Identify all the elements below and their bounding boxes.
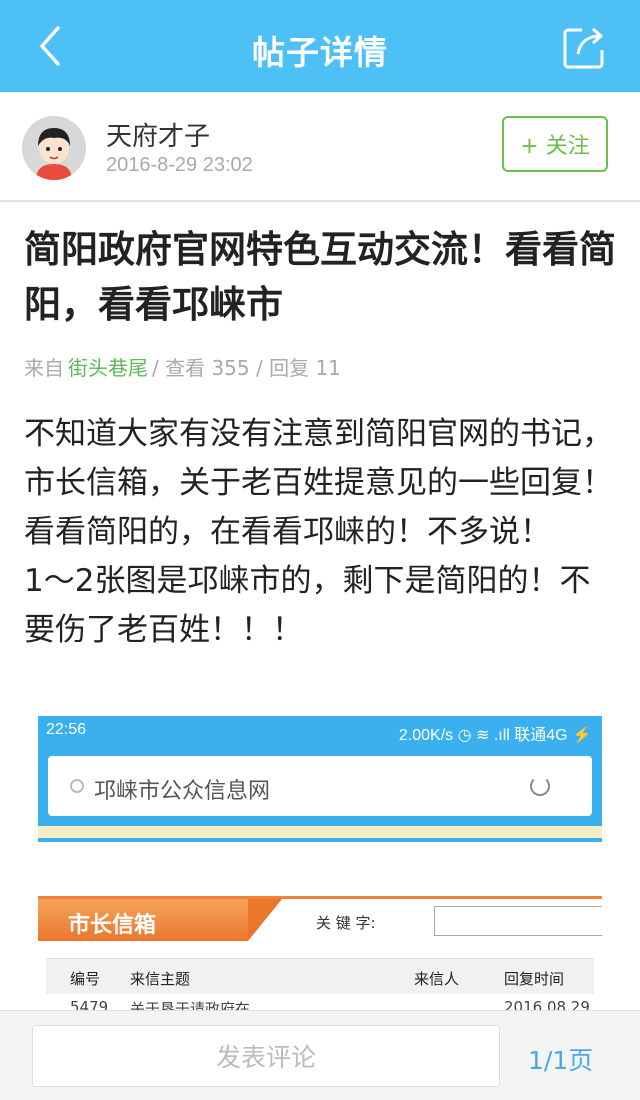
share-icon[interactable]: [562, 24, 608, 70]
embedded-cell-time: 2016.08.29: [504, 998, 590, 1010]
follow-button[interactable]: + 关注: [502, 116, 608, 172]
author-name[interactable]: 天府才子: [106, 116, 210, 153]
embedded-status-time: 22:56: [46, 721, 87, 738]
embedded-mayor-box-title: 市长信箱: [38, 899, 248, 941]
author-section: 天府才子 2016-8-29 23:02 + 关注: [0, 92, 640, 202]
embedded-cell-sender: ...: [424, 998, 439, 1010]
embedded-cell-id: 5479: [70, 998, 109, 1010]
post-timestamp: 2016-8-29 23:02: [106, 154, 253, 176]
embedded-col-reply-time: 回复时间: [504, 970, 565, 988]
embedded-keyword-label: 关 键 字:: [316, 914, 376, 932]
page-indicator[interactable]: 1/1页: [528, 1041, 593, 1077]
post-image[interactable]: 22:56 2.00K/s ◷ ≋ .ıll 联通4G ⚡ 邛崃市公众信息网 市…: [38, 716, 602, 1010]
embedded-status-right: 2.00K/s ◷ ≋ .ıll 联通4G ⚡: [398, 727, 592, 744]
embedded-keyword-input: [434, 906, 602, 936]
globe-icon: [70, 779, 84, 793]
embedded-col-id: 编号: [70, 970, 101, 988]
embedded-yellow-band: [38, 826, 602, 838]
bottom-bar: 发表评论 1/1页: [0, 1010, 640, 1100]
avatar[interactable]: [22, 116, 86, 180]
reload-icon: [530, 776, 550, 796]
reply-count: / 回复 11: [256, 356, 341, 380]
embedded-tab-corner: [248, 899, 282, 941]
comment-input[interactable]: 发表评论: [32, 1025, 500, 1087]
embedded-col-sender: 来信人: [414, 970, 460, 988]
embedded-col-subject: 来信主题: [130, 970, 191, 988]
page-title: 帖子详情: [252, 33, 388, 72]
post-title: 简阳政府官网特色互动交流！看看简阳，看看邛崃市: [24, 228, 616, 326]
board-link[interactable]: 街头巷尾: [68, 356, 148, 380]
from-label: 来自: [24, 356, 64, 380]
post-meta: 来自 街头巷尾 / 查看 355 / 回复 11: [24, 352, 341, 381]
post-body: 不知道大家有没有注意到简阳官网的书记，市长信箱，关于老百姓提意见的一些回复！看看…: [24, 416, 613, 648]
embedded-status-bar: 22:56 2.00K/s ◷ ≋ .ıll 联通4G ⚡: [38, 716, 602, 746]
embedded-cell-subject: 关于恳于请政府在...: [130, 1000, 265, 1010]
embedded-url-bar: 邛崃市公众信息网: [48, 756, 592, 816]
top-bar: 帖子详情: [0, 0, 640, 92]
view-count: / 查看 355: [152, 356, 250, 380]
embedded-url-text: 邛崃市公众信息网: [94, 779, 271, 804]
embedded-table-header: 编号 来信主题 来信人 回复时间: [46, 958, 594, 994]
embedded-table-row: 5479 关于恳于请政府在... ... 2016.08.29: [46, 998, 594, 1010]
